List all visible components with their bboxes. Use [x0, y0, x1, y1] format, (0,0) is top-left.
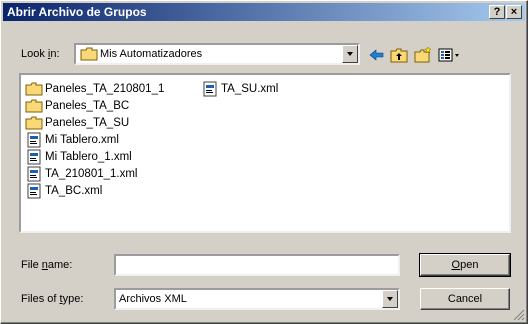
up-one-level-button[interactable]	[389, 46, 409, 64]
xml-file-icon	[27, 149, 41, 165]
folder-icon	[25, 82, 43, 96]
up-folder-icon	[390, 48, 408, 63]
back-button[interactable]	[367, 46, 387, 64]
xml-file-icon	[27, 132, 41, 148]
close-icon: ×	[510, 6, 518, 18]
new-folder-button[interactable]	[413, 46, 433, 64]
folder-icon	[25, 116, 43, 130]
title-bar[interactable]: Abrir Archivo de Grupos ? ×	[3, 3, 525, 21]
xml-file-icon	[203, 81, 217, 97]
file-type-value: Archivos XML	[119, 293, 187, 305]
file-name-input[interactable]	[114, 254, 400, 276]
new-folder-icon	[414, 46, 432, 63]
open-button[interactable]: Open	[419, 253, 511, 277]
folder-icon	[25, 99, 43, 113]
chevron-down-icon	[347, 52, 353, 56]
look-in-combo[interactable]: Mis Automatizadores	[74, 43, 360, 65]
close-button[interactable]: ×	[506, 5, 522, 19]
back-arrow-icon	[369, 49, 384, 61]
help-icon: ?	[493, 6, 501, 18]
open-file-dialog: Abrir Archivo de Grupos ? × Look in: Mis…	[0, 0, 528, 324]
xml-file-icon	[27, 166, 41, 182]
file-name-label: File name:	[21, 259, 73, 271]
cancel-button[interactable]: Cancel	[420, 288, 510, 310]
xml-file-icon	[27, 183, 41, 199]
look-in-dropdown-button[interactable]	[342, 45, 358, 63]
window-title: Abrir Archivo de Grupos	[7, 5, 147, 19]
look-in-value: Mis Automatizadores	[100, 48, 203, 60]
help-button[interactable]: ?	[489, 5, 505, 19]
file-type-label: Files of type:	[21, 293, 84, 305]
view-menu-icon	[438, 48, 459, 62]
view-menu-button[interactable]	[437, 46, 461, 64]
resize-grip-icon[interactable]	[513, 309, 525, 321]
file-type-combo[interactable]: Archivos XML	[114, 288, 400, 310]
folder-icon	[80, 47, 98, 61]
look-in-label: Look in:	[21, 48, 60, 60]
file-type-dropdown-button[interactable]	[382, 290, 398, 308]
chevron-down-icon	[387, 297, 393, 301]
file-list[interactable]: Paneles_TA_210801_1 Paneles_TA_BC Panele…	[19, 73, 511, 233]
